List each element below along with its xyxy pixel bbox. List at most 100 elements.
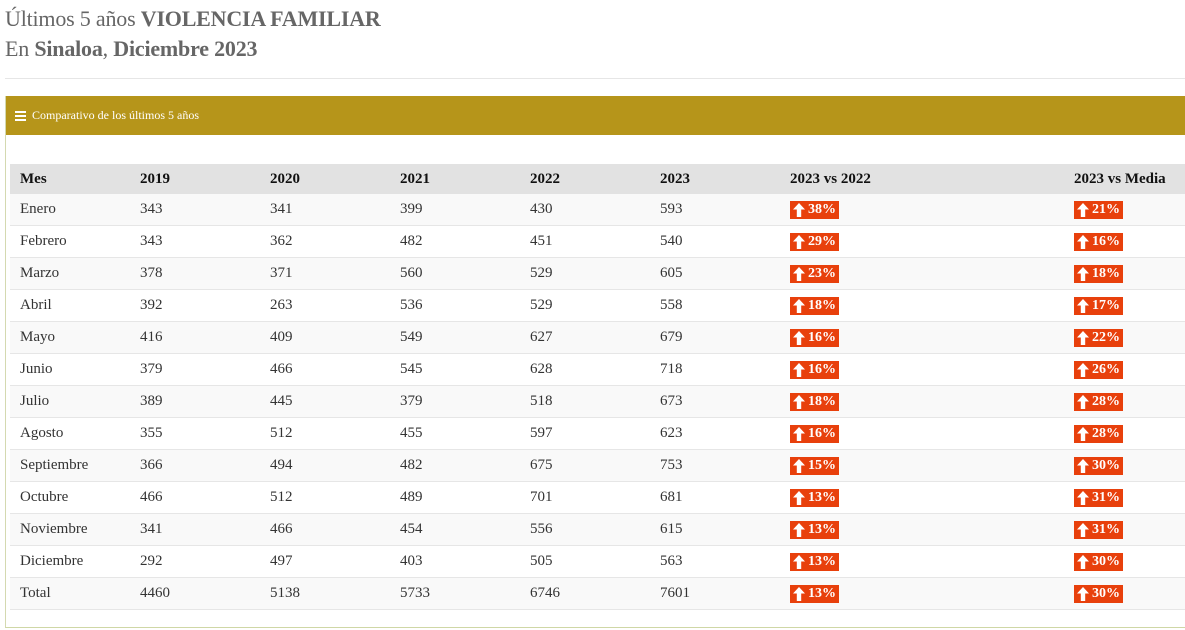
arrow-up-icon <box>1077 426 1089 441</box>
row-month: Octubre <box>10 481 130 514</box>
badge-2023-vs-2022: 15% <box>790 456 839 475</box>
cell-2021: 399 <box>390 194 520 226</box>
badge-2023-vs-media: 31% <box>1074 488 1123 507</box>
badge-value: 29% <box>808 233 836 249</box>
cell-2023-vs-media: 30% <box>1064 577 1185 610</box>
badge-value: 38% <box>808 201 836 217</box>
cell-2023: 753 <box>650 449 780 482</box>
badge-2023-vs-media: 28% <box>1074 424 1123 443</box>
cell-2023-vs-media: 17% <box>1064 289 1185 322</box>
cell-2022: 505 <box>520 545 650 578</box>
table-body: Enero 343 341 399 430 593 38% 21% Febrero 343 362 4… <box>10 194 1185 610</box>
cell-2022: 6746 <box>520 577 650 610</box>
cell-2021: 454 <box>390 513 520 546</box>
cell-2022: 628 <box>520 353 650 386</box>
badge-value: 31% <box>1092 521 1120 537</box>
badge-2023-vs-media: 30% <box>1074 584 1123 603</box>
cell-2022: 430 <box>520 194 650 226</box>
crime-type-title: VIOLENCIA FAMILIAR <box>140 6 381 31</box>
badge-value: 16% <box>808 329 836 345</box>
table-row: Agosto 355 512 455 597 623 16% 28% <box>10 417 1185 450</box>
cell-2023-vs-2022: 13% <box>780 577 1064 610</box>
cell-2020: 512 <box>260 417 390 450</box>
cell-2023-vs-2022: 18% <box>780 385 1064 418</box>
cell-2019: 392 <box>130 289 260 322</box>
column-header-mes: Mes <box>10 164 130 194</box>
heading-prefix: Últimos 5 años <box>5 6 136 31</box>
cell-2021: 403 <box>390 545 520 578</box>
cell-2023-vs-media: 31% <box>1064 513 1185 546</box>
badge-value: 30% <box>1092 553 1120 569</box>
cell-2021: 536 <box>390 289 520 322</box>
row-month: Total <box>10 577 130 610</box>
cell-2019: 366 <box>130 449 260 482</box>
page-heading: Últimos 5 años VIOLENCIA FAMILIAR En Sin… <box>5 4 381 64</box>
badge-2023-vs-media: 22% <box>1074 328 1123 347</box>
period-label: Diciembre 2023 <box>113 36 258 61</box>
arrow-up-icon <box>793 490 805 505</box>
arrow-up-icon <box>1077 586 1089 601</box>
arrow-up-icon <box>1077 522 1089 537</box>
comparison-panel: Comparativo de los últimos 5 años Mes 20… <box>5 96 1185 628</box>
badge-value: 28% <box>1092 393 1120 409</box>
cell-2023-vs-2022: 13% <box>780 481 1064 514</box>
arrow-up-icon <box>1077 266 1089 281</box>
badge-value: 18% <box>808 393 836 409</box>
badge-2023-vs-media: 21% <box>1074 200 1123 219</box>
cell-2020: 466 <box>260 513 390 546</box>
badge-2023-vs-media: 30% <box>1074 552 1123 571</box>
cell-2023-vs-2022: 15% <box>780 449 1064 482</box>
cell-2023-vs-media: 21% <box>1064 194 1185 226</box>
cell-2021: 482 <box>390 225 520 258</box>
cell-2023-vs-2022: 13% <box>780 545 1064 578</box>
arrow-up-icon <box>1077 298 1089 313</box>
cell-2023-vs-media: 31% <box>1064 481 1185 514</box>
cell-2021: 560 <box>390 257 520 290</box>
cell-2022: 518 <box>520 385 650 418</box>
cell-2021: 489 <box>390 481 520 514</box>
badge-value: 28% <box>1092 425 1120 441</box>
table-row: Total 4460 5138 5733 6746 7601 13% 30% <box>10 577 1185 610</box>
menu-bars-icon <box>15 111 26 121</box>
comparison-table: Mes 2019 2020 2021 2022 2023 2023 vs 202… <box>10 164 1185 610</box>
cell-2019: 416 <box>130 321 260 354</box>
badge-value: 31% <box>1092 489 1120 505</box>
badge-value: 22% <box>1092 329 1120 345</box>
cell-2020: 512 <box>260 481 390 514</box>
cell-2020: 362 <box>260 225 390 258</box>
column-header-2020: 2020 <box>260 164 390 194</box>
cell-2019: 343 <box>130 225 260 258</box>
cell-2019: 389 <box>130 385 260 418</box>
cell-2023: 540 <box>650 225 780 258</box>
arrow-up-icon <box>1077 362 1089 377</box>
cell-2019: 466 <box>130 481 260 514</box>
cell-2022: 675 <box>520 449 650 482</box>
table-row: Febrero 343 362 482 451 540 29% 16% <box>10 225 1185 258</box>
badge-2023-vs-2022: 13% <box>790 584 839 603</box>
badge-value: 13% <box>808 585 836 601</box>
arrow-up-icon <box>1077 554 1089 569</box>
badge-value: 16% <box>808 361 836 377</box>
cell-2023: 605 <box>650 257 780 290</box>
column-header-2022: 2022 <box>520 164 650 194</box>
badge-value: 30% <box>1092 585 1120 601</box>
badge-value: 18% <box>808 297 836 313</box>
row-month: Julio <box>10 385 130 418</box>
cell-2023-vs-media: 26% <box>1064 353 1185 386</box>
cell-2019: 379 <box>130 353 260 386</box>
badge-value: 23% <box>808 265 836 281</box>
table-row: Junio 379 466 545 628 718 16% 26% <box>10 353 1185 386</box>
cell-2022: 529 <box>520 289 650 322</box>
arrow-up-icon <box>1077 394 1089 409</box>
arrow-up-icon <box>1077 234 1089 249</box>
badge-2023-vs-2022: 13% <box>790 520 839 539</box>
cell-2023-vs-media: 28% <box>1064 385 1185 418</box>
cell-2020: 494 <box>260 449 390 482</box>
column-header-2023-vs-2022: 2023 vs 2022 <box>780 164 1064 194</box>
arrow-up-icon <box>793 522 805 537</box>
arrow-up-icon <box>793 266 805 281</box>
cell-2023: 623 <box>650 417 780 450</box>
cell-2020: 5138 <box>260 577 390 610</box>
cell-2023-vs-2022: 16% <box>780 321 1064 354</box>
badge-2023-vs-2022: 38% <box>790 200 839 219</box>
